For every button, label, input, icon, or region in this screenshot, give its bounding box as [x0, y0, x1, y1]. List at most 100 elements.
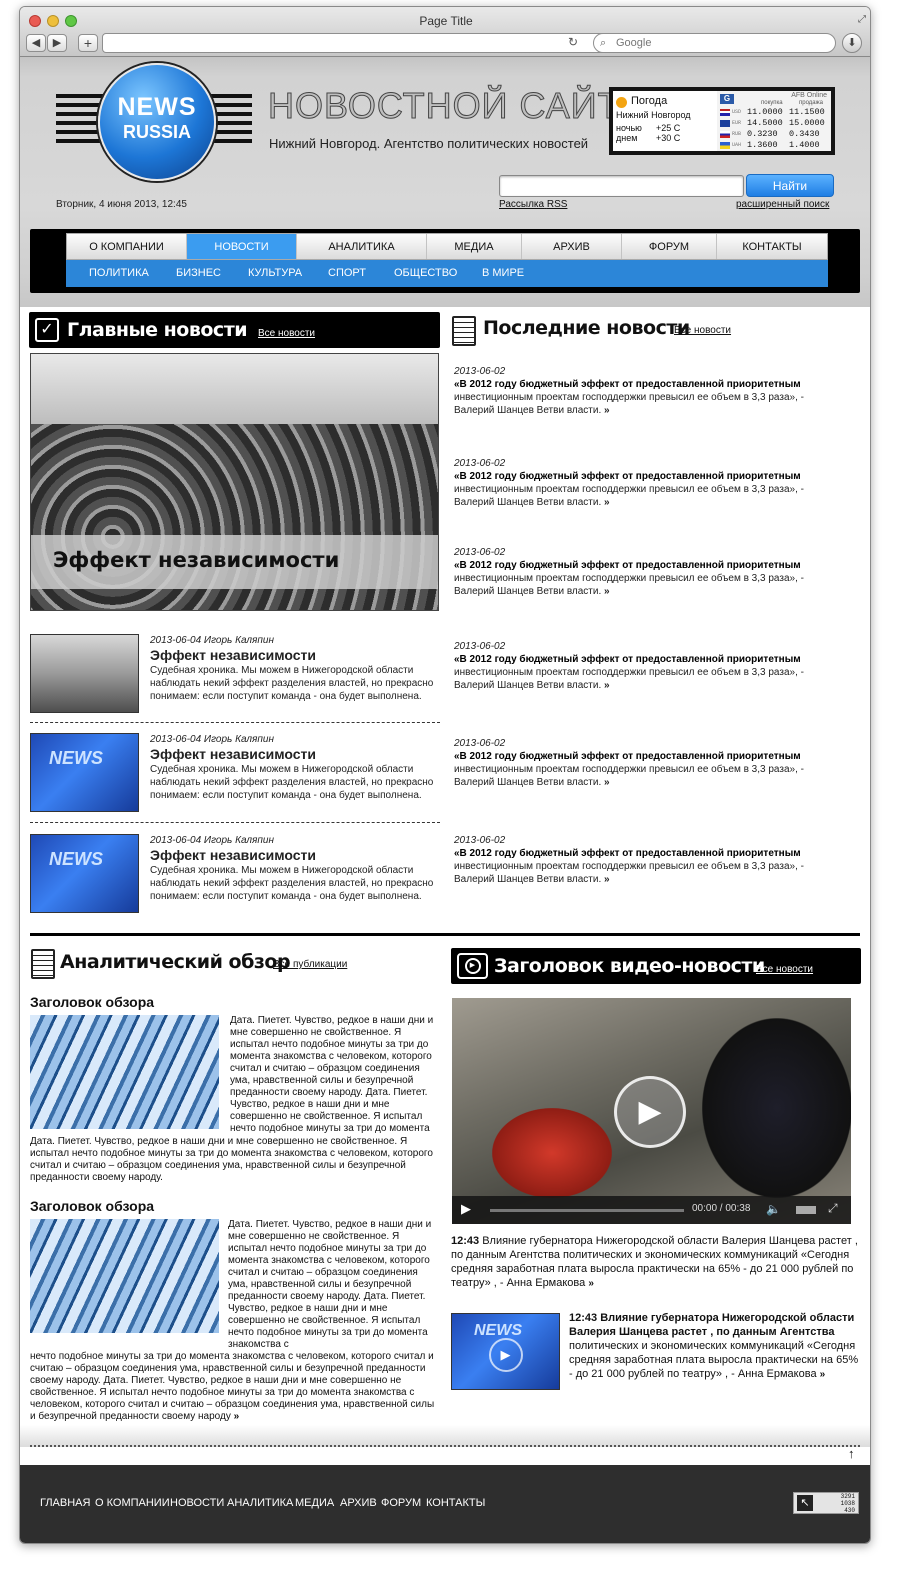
- footer-link-home[interactable]: ГЛАВНАЯ: [40, 1497, 90, 1509]
- nav-item-news[interactable]: НОВОСТИ: [187, 234, 297, 259]
- double-arrow-icon[interactable]: »: [604, 497, 610, 508]
- video-item-time: 12:43: [569, 1312, 598, 1324]
- site-search-input[interactable]: [499, 175, 744, 197]
- latest-item[interactable]: 2013-06-02 «В 2012 году бюджетный эффект …: [454, 834, 804, 886]
- latest-text: инвестиционным проектам господдержки пре…: [454, 764, 804, 788]
- double-arrow-icon[interactable]: »: [604, 586, 610, 597]
- video-progress-bar[interactable]: [490, 1209, 684, 1212]
- video-player[interactable]: ▶ ▶ 00:00 / 00:38 🔈 ⤢: [452, 998, 851, 1224]
- latest-item[interactable]: 2013-06-02 «В 2012 году бюджетный эффект …: [454, 546, 804, 598]
- latest-item[interactable]: 2013-06-02 «В 2012 году бюджетный эффект …: [454, 640, 804, 692]
- review-title[interactable]: Заголовок обзора: [30, 1198, 440, 1214]
- scroll-top-icon[interactable]: ↑: [848, 1446, 855, 1461]
- analytics-title: Аналитический обзор: [60, 951, 291, 973]
- rates-buy-label: покупка: [761, 100, 783, 106]
- double-arrow-icon[interactable]: »: [604, 405, 610, 416]
- browser-toolbar: Page Title ⤢ ◀ ▶ + ↻ ⌕ Google ⬇: [20, 7, 870, 57]
- forward-button[interactable]: ▶: [47, 34, 67, 52]
- fullscreen-icon[interactable]: ⤢: [858, 14, 866, 25]
- reload-icon[interactable]: ↻: [568, 35, 578, 49]
- nav-item-archive[interactable]: АРХИВ: [522, 234, 622, 259]
- play-overlay-icon[interactable]: ▶: [614, 1076, 686, 1148]
- nav-item-company[interactable]: О КОМПАНИИ: [67, 234, 187, 259]
- site-logo[interactable]: NEWS RUSSIA: [98, 63, 216, 181]
- double-arrow-icon[interactable]: »: [234, 1411, 240, 1422]
- video-all-link[interactable]: Все новости: [756, 964, 813, 975]
- news-title[interactable]: Эффект независимости: [150, 648, 435, 662]
- newsletter-link[interactable]: Рассылка RSS: [499, 199, 567, 210]
- section-divider: [30, 933, 860, 936]
- latest-item[interactable]: 2013-06-02 «В 2012 году бюджетный эффект …: [454, 365, 804, 417]
- review-image[interactable]: [30, 1219, 219, 1333]
- rate-code: UAH: [732, 142, 742, 148]
- footer-link-analytics[interactable]: АНАЛИТИКА: [227, 1497, 293, 1509]
- footer-link-company[interactable]: О КОМПАНИИ: [95, 1497, 170, 1509]
- news-title[interactable]: Эффект независимости: [150, 747, 435, 761]
- night-temp: +25 С: [656, 123, 681, 133]
- review-full-text: нечто подобное минуты за три до момента …: [30, 1351, 435, 1422]
- latest-date: 2013-06-02: [454, 547, 506, 558]
- browser-search-input[interactable]: ⌕ Google: [593, 33, 836, 53]
- subnav-politics[interactable]: ПОЛИТИКА: [89, 260, 149, 287]
- current-date: Вторник, 4 июня 2013, 12:45: [56, 199, 187, 210]
- video-header: ▶ Заголовок видео-новости Все новости: [451, 948, 861, 984]
- analytics-all-link[interactable]: Все публикации: [273, 959, 347, 970]
- rates-rows: USD 11.0000 11.1500 EUR 14.5000 15.0000 …: [717, 107, 831, 151]
- hero-news[interactable]: Эффект независимости: [30, 353, 439, 611]
- fullscreen-icon[interactable]: ⤢: [828, 1201, 838, 1216]
- news-thumbnail[interactable]: NEWS: [30, 733, 139, 812]
- visit-counter[interactable]: ↖ 3291 1038 430: [793, 1492, 859, 1514]
- address-bar[interactable]: [102, 33, 608, 53]
- play-overlay-icon: ▶: [488, 1338, 523, 1372]
- latest-item[interactable]: 2013-06-02 «В 2012 году бюджетный эффект …: [454, 457, 804, 509]
- video-item[interactable]: 12:43 Влияние губернатора Нижегородской …: [451, 1234, 861, 1291]
- video-item[interactable]: 12:43 Влияние губернатора Нижегородской …: [569, 1311, 864, 1382]
- site-header: NEWS RUSSIA НОВОСТНОЙ САЙТ Нижний Новгор…: [20, 57, 870, 307]
- subnav-culture[interactable]: КУЛЬТУРА: [248, 260, 302, 287]
- volume-slider[interactable]: [796, 1206, 816, 1214]
- video-thumbnail[interactable]: NEWS ▶: [451, 1313, 560, 1390]
- subnav-business[interactable]: БИЗНЕС: [176, 260, 221, 287]
- double-arrow-icon[interactable]: »: [820, 1369, 826, 1380]
- subnav-sport[interactable]: СПОРТ: [328, 260, 366, 287]
- subnav-world[interactable]: В МИРЕ: [482, 260, 524, 287]
- footer-link-forum[interactable]: ФОРУМ: [381, 1497, 421, 1509]
- checkbox-icon: ✓: [35, 318, 59, 342]
- search-button[interactable]: Найти: [746, 174, 834, 197]
- double-arrow-icon[interactable]: »: [604, 680, 610, 691]
- back-button[interactable]: ◀: [26, 34, 46, 52]
- latest-news-all-link[interactable]: Все новости: [674, 325, 731, 336]
- latest-item[interactable]: 2013-06-02 «В 2012 году бюджетный эффект …: [454, 737, 804, 789]
- nav-item-media[interactable]: МЕДИА: [427, 234, 522, 259]
- nav-item-analytics[interactable]: АНАЛИТИКА: [297, 234, 427, 259]
- rate-sell: 0.3430: [789, 129, 820, 139]
- nav-item-contacts[interactable]: КОНТАКТЫ: [717, 234, 827, 259]
- play-button-icon[interactable]: ▶: [461, 1201, 471, 1217]
- main-news-all-link[interactable]: Все новости: [258, 328, 315, 339]
- double-arrow-icon[interactable]: »: [588, 1278, 594, 1289]
- review-title[interactable]: Заголовок обзора: [30, 994, 440, 1010]
- rate-sell: 11.1500: [789, 107, 825, 117]
- footer-link-contacts[interactable]: КОНТАКТЫ: [426, 1497, 485, 1509]
- footer-link-archive[interactable]: АРХИВ: [340, 1497, 377, 1509]
- nav-item-forum[interactable]: ФОРУМ: [622, 234, 717, 259]
- subnav-society[interactable]: ОБЩЕСТВО: [394, 260, 457, 287]
- review-image[interactable]: [30, 1015, 219, 1129]
- night-label: ночью: [616, 123, 642, 133]
- footer-link-media[interactable]: МЕДИА: [295, 1497, 334, 1509]
- footer-link-news[interactable]: НОВОСТИ: [170, 1497, 224, 1509]
- review-full-text: Дата. Пиетет. Чувство, редкое в наши дни…: [30, 1136, 433, 1183]
- new-tab-button[interactable]: +: [78, 34, 98, 52]
- volume-icon[interactable]: 🔈: [766, 1202, 781, 1216]
- latest-text: инвестиционным проектам господдержки пре…: [454, 392, 804, 416]
- advanced-search-link[interactable]: расширенный поиск: [736, 199, 829, 210]
- logo-line1: NEWS: [117, 93, 197, 121]
- latest-headline: «В 2012 году бюджетный эффект от предост…: [454, 654, 801, 665]
- double-arrow-icon[interactable]: »: [604, 874, 610, 885]
- double-arrow-icon[interactable]: »: [604, 777, 610, 788]
- downloads-icon[interactable]: ⬇: [842, 33, 862, 53]
- hero-wall: [31, 354, 438, 424]
- news-thumbnail[interactable]: [30, 634, 139, 713]
- news-thumbnail[interactable]: NEWS: [30, 834, 139, 913]
- news-title[interactable]: Эффект независимости: [150, 848, 435, 862]
